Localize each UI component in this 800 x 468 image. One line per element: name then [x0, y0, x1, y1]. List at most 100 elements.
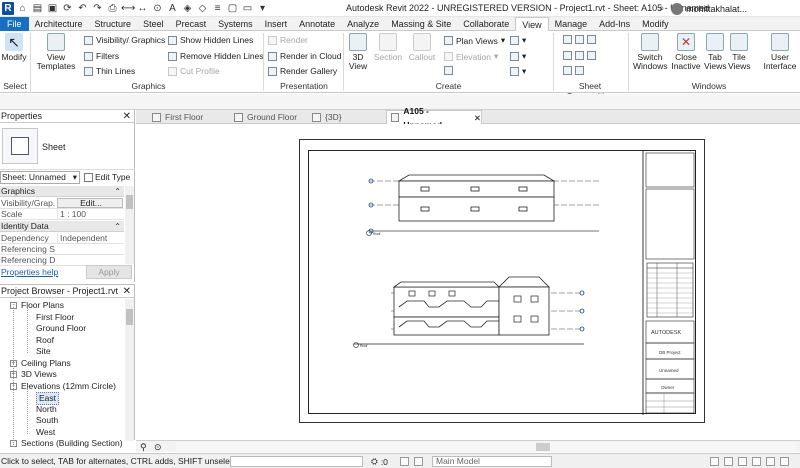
walk-icon[interactable]: ⚲	[140, 442, 147, 453]
open-icon[interactable]: ▤	[31, 2, 44, 15]
main-model-selector[interactable]: Main Model	[432, 456, 552, 467]
tab-architecture[interactable]: Architecture	[29, 17, 89, 31]
tab-structure[interactable]: Structure	[89, 17, 138, 31]
view-tab[interactable]: Ground Floor	[230, 110, 304, 124]
select-by-face-icon[interactable]	[752, 457, 761, 466]
properties-help-link[interactable]: Properties help	[1, 267, 58, 277]
select-pinned-icon[interactable]	[738, 457, 747, 466]
user-interface-button[interactable]: User Interface	[762, 33, 798, 71]
design-options-icon[interactable]	[400, 457, 409, 466]
view-templates-button[interactable]: View Templates	[36, 33, 76, 71]
drafting-view-button[interactable]	[444, 66, 453, 75]
tab-add-ins[interactable]: Add-Ins	[593, 17, 636, 31]
browser-view-item[interactable]: West	[36, 427, 55, 438]
sheet-button[interactable]	[563, 35, 596, 44]
browser-category[interactable]: - Sections (Building Section)	[10, 438, 123, 449]
thin-lines-button[interactable]: Thin Lines	[84, 66, 135, 76]
cut-profile-button[interactable]: Cut Profile	[168, 66, 220, 76]
view-reference-button[interactable]	[563, 66, 584, 75]
close-inactive-button[interactable]: ✕ Close Inactive	[670, 33, 702, 71]
search-icon[interactable]: ⌕	[655, 2, 668, 15]
drawing-canvas[interactable]: Roof Roof AUTODESK DB Project Unnamed Ow…	[136, 124, 800, 440]
save-icon[interactable]: ▣	[46, 2, 59, 15]
modify-button[interactable]: ↖ Modify	[0, 33, 28, 62]
status-input[interactable]	[230, 456, 363, 467]
scroll-thumb[interactable]	[126, 309, 133, 325]
tab-manage[interactable]: Manage	[549, 17, 594, 31]
view-tab[interactable]: A105 - Unnamed✕	[386, 106, 482, 130]
close-hidden-icon[interactable]: ▢	[226, 2, 239, 15]
select-underlay-icon[interactable]	[724, 457, 733, 466]
3d-view-button[interactable]: 3D View	[346, 33, 370, 71]
drag-elements-icon[interactable]	[766, 457, 775, 466]
home-icon[interactable]: ⌂	[16, 2, 29, 15]
tab-annotate[interactable]: Annotate	[293, 17, 341, 31]
browser-view-item[interactable]: South	[36, 415, 58, 426]
browser-view-item[interactable]: Site	[36, 346, 51, 357]
tab-view[interactable]: View	[515, 17, 549, 32]
tab-systems[interactable]: Systems	[212, 17, 259, 31]
horizontal-scrollbar[interactable]	[176, 443, 796, 451]
type-selector[interactable]: Sheet	[0, 124, 135, 170]
browser-category[interactable]: - Floor Plans	[10, 300, 64, 311]
apply-button[interactable]: Apply	[86, 265, 132, 279]
section-icon[interactable]: ◇	[196, 2, 209, 15]
redo-icon[interactable]: ↷	[91, 2, 104, 15]
tab-steel[interactable]: Steel	[137, 17, 170, 31]
dimension-icon[interactable]: ↔	[136, 2, 149, 15]
tab-views-button[interactable]: Tab Views	[704, 33, 727, 71]
tag-icon[interactable]: ⊙	[151, 2, 164, 15]
schedules-button[interactable]: ▾	[510, 66, 526, 77]
tab-analyze[interactable]: Analyze	[341, 17, 385, 31]
properties-scrollbar[interactable]	[125, 186, 134, 264]
tab-modify[interactable]: Modify	[636, 17, 675, 31]
visibility-edit-button[interactable]: Edit...	[57, 198, 123, 208]
switch-windows-button[interactable]: Switch Windows	[633, 33, 667, 71]
browser-category[interactable]: +3D Views	[10, 369, 57, 380]
view-tab[interactable]: First Floor	[148, 110, 226, 124]
measure-icon[interactable]: ⟷	[121, 2, 135, 15]
remove-hidden-lines-button[interactable]: Remove Hidden Lines	[168, 51, 264, 61]
text-icon[interactable]: A	[166, 2, 179, 15]
editable-only-icon[interactable]	[414, 457, 423, 466]
legends-button[interactable]: ▾	[510, 51, 526, 62]
render-button[interactable]: Render	[268, 35, 308, 45]
close-icon[interactable]: ✕	[474, 111, 481, 125]
property-value[interactable]: Independent	[57, 233, 123, 244]
user-account[interactable]: ⌕ mohittakhalat...	[655, 2, 747, 15]
3d-view-icon[interactable]: ◈	[181, 2, 194, 15]
show-hidden-lines-button[interactable]: Show Hidden Lines	[168, 35, 253, 45]
elevation-button[interactable]: Elevation ▾	[444, 51, 498, 62]
tab-massing-site[interactable]: Massing & Site	[385, 17, 457, 31]
plan-views-button[interactable]: Plan Views ▾	[444, 35, 505, 46]
revisions-button[interactable]	[563, 51, 596, 60]
revit-logo-icon[interactable]: R	[2, 2, 14, 15]
section-button[interactable]: Section	[373, 33, 403, 62]
close-icon[interactable]: ✕	[123, 285, 131, 298]
switch-windows-icon[interactable]: ▭	[241, 2, 254, 15]
filter-icon[interactable]	[780, 457, 789, 466]
browser-category[interactable]: - Elevations (12mm Circle)	[10, 381, 116, 392]
render-in-cloud-button[interactable]: Render in Cloud	[268, 51, 341, 61]
thin-lines-icon[interactable]: ≡	[211, 2, 224, 15]
pin-icon[interactable]: ⊙	[154, 442, 162, 453]
close-icon[interactable]: ✕	[123, 110, 131, 123]
worksets-indicator[interactable]: ⛭:0	[371, 456, 388, 467]
visibility-graphics-button[interactable]: Visibility/ Graphics	[84, 35, 165, 45]
browser-view-item[interactable]: Ground Floor	[36, 323, 86, 334]
sync-icon[interactable]: ⟳	[61, 2, 74, 15]
browser-category[interactable]: + Ceiling Plans	[10, 358, 71, 369]
scroll-thumb[interactable]	[536, 443, 550, 451]
instance-selector[interactable]: Sheet: Unnamed ▾	[0, 171, 80, 184]
tab-file[interactable]: File	[0, 17, 29, 31]
filters-button[interactable]: Filters	[84, 51, 119, 61]
edit-type-button[interactable]: Edit Type	[84, 172, 130, 182]
tab-precast[interactable]: Precast	[170, 17, 213, 31]
property-group-identity[interactable]: Identity Data ⌃	[0, 221, 124, 232]
undo-icon[interactable]: ↶	[76, 2, 89, 15]
sheet[interactable]: Roof Roof AUTODESK DB Project Unnamed Ow…	[299, 139, 705, 423]
scroll-thumb[interactable]	[126, 195, 133, 209]
browser-view-item[interactable]: First Floor	[36, 312, 74, 323]
browser-view-item[interactable]: Roof	[36, 335, 54, 346]
view-tab[interactable]: {3D}	[308, 110, 382, 124]
